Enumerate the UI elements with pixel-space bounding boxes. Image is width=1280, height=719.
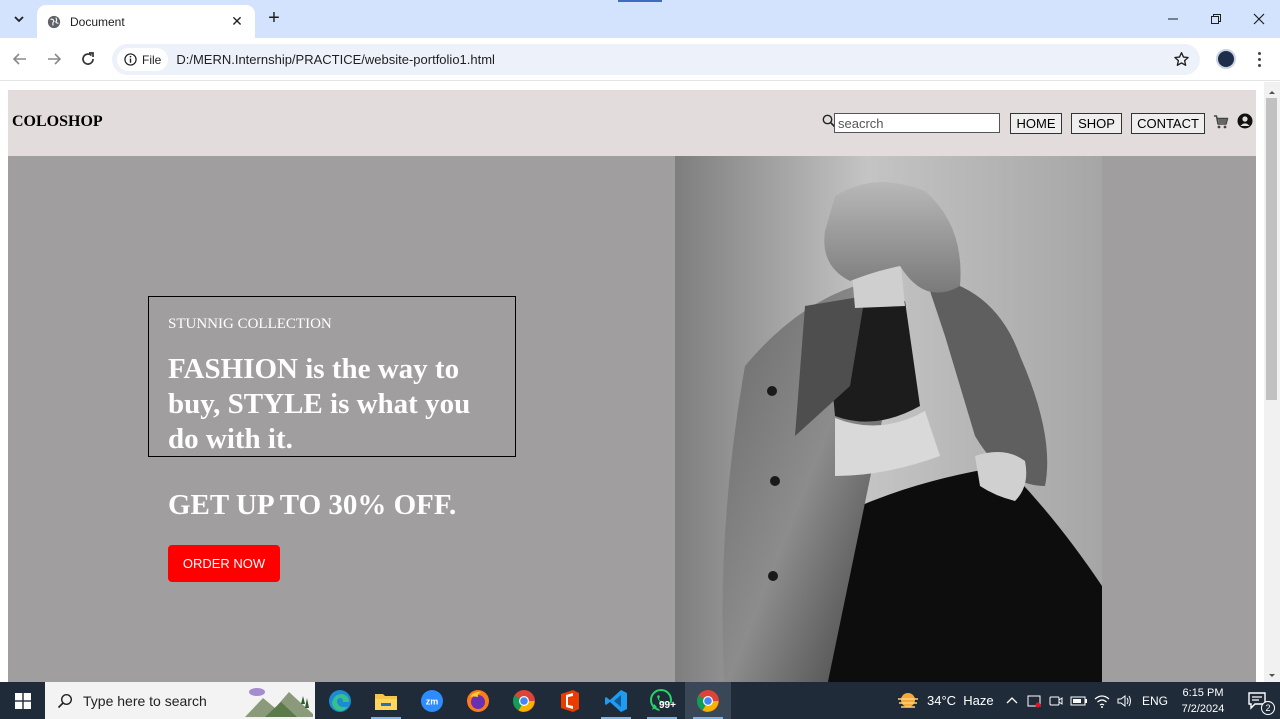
- search-icon: [57, 693, 73, 708]
- taskbar-chrome[interactable]: [501, 682, 547, 719]
- office-icon: [561, 689, 579, 712]
- reload-icon: [82, 52, 94, 65]
- system-clock[interactable]: 6:15 PM 7/2/2024: [1172, 685, 1234, 717]
- weather-text: 34°C Haze: [927, 693, 994, 708]
- globe-icon: [47, 15, 61, 28]
- restore-button[interactable]: [1194, 0, 1237, 38]
- battery-icon[interactable]: [1070, 693, 1088, 709]
- restore-icon: [1210, 14, 1221, 24]
- address-bar[interactable]: File D:/MERN.Internship/PRACTICE/website…: [112, 44, 1200, 75]
- clock-time: 6:15 PM: [1182, 687, 1224, 699]
- chevron-up-icon[interactable]: [1004, 693, 1020, 709]
- site-logo[interactable]: COLOSHOP: [12, 113, 103, 131]
- kebab-menu-icon[interactable]: [1250, 48, 1268, 70]
- notification-center-button[interactable]: 2: [1236, 682, 1280, 719]
- website-page: COLOSHOP HOME SHOP CONTACT STUNNIG COLLE…: [8, 90, 1256, 682]
- whatsapp-badge: 99+: [659, 700, 676, 711]
- browser-toolbar: File D:/MERN.Internship/PRACTICE/website…: [0, 38, 1280, 81]
- file-chip-label: File: [142, 52, 162, 67]
- volume-icon[interactable]: [1116, 693, 1134, 709]
- nav-contact-button[interactable]: CONTACT: [1131, 113, 1205, 134]
- close-window-icon: [1253, 13, 1264, 25]
- tab-title: Document: [70, 14, 125, 29]
- security-shield-icon[interactable]: [1026, 693, 1042, 709]
- taskbar-vscode[interactable]: [593, 682, 639, 719]
- browser-tab[interactable]: Document ✕: [37, 5, 255, 38]
- taskbar-firefox[interactable]: [455, 682, 501, 719]
- chrome-icon: [513, 689, 535, 712]
- nav-home-button[interactable]: HOME: [1010, 113, 1062, 134]
- edge-icon: [329, 689, 351, 712]
- system-tray-icons: ENG: [1004, 682, 1168, 719]
- close-window-button[interactable]: [1237, 0, 1280, 38]
- weather-haze-icon: [898, 692, 918, 708]
- scroll-down-arrow-icon[interactable]: [1264, 672, 1280, 680]
- forward-arrow-icon: [48, 53, 62, 65]
- taskbar-zoom[interactable]: zm: [409, 682, 455, 719]
- star-icon[interactable]: [1173, 51, 1190, 68]
- fashion-model-photo: [675, 156, 1102, 682]
- taskbar-edge[interactable]: [317, 682, 363, 719]
- minimize-icon: [1167, 18, 1178, 20]
- clock-date: 7/2/2024: [1181, 703, 1225, 715]
- taskbar-office[interactable]: [547, 682, 593, 719]
- reload-button[interactable]: [77, 48, 99, 70]
- cart-icon[interactable]: [1213, 114, 1229, 130]
- wifi-icon[interactable]: [1094, 693, 1110, 709]
- meet-now-icon[interactable]: [1048, 693, 1064, 709]
- browser-tabstrip: Document ✕ +: [0, 0, 1280, 38]
- vscode-icon: [605, 689, 627, 712]
- hero-offer: GET UP TO 30% OFF.: [168, 489, 457, 521]
- new-tab-button[interactable]: +: [263, 8, 285, 30]
- taskbar-search-box[interactable]: Type here to search: [45, 682, 315, 719]
- windows-taskbar: Type here to search zm 99+ 34°C Haze ENG…: [0, 682, 1280, 719]
- info-icon: [124, 53, 137, 66]
- minimize-button[interactable]: [1151, 0, 1194, 38]
- hero-kicker: STUNNIG COLLECTION: [168, 316, 332, 332]
- tab-search-dropdown[interactable]: [6, 7, 32, 31]
- svg-text:zm: zm: [426, 696, 439, 706]
- taskbar-file-explorer[interactable]: [363, 682, 409, 719]
- window-controls: [1151, 0, 1280, 38]
- notification-count: 2: [1261, 701, 1275, 715]
- back-button[interactable]: [9, 48, 31, 70]
- search-input[interactable]: [834, 113, 1000, 133]
- zoom-icon: zm: [421, 689, 443, 712]
- site-info-chip[interactable]: File: [117, 48, 169, 71]
- firefox-icon: [467, 689, 489, 712]
- url-text[interactable]: D:/MERN.Internship/PRACTICE/website-port…: [176, 52, 495, 67]
- profile-avatar[interactable]: [1216, 49, 1236, 69]
- nav-shop-button[interactable]: SHOP: [1071, 113, 1122, 134]
- taskbar-chrome-active[interactable]: [685, 682, 731, 719]
- taskbar-search-placeholder: Type here to search: [83, 692, 207, 709]
- chevron-down-icon: [14, 16, 24, 23]
- start-button[interactable]: [0, 682, 45, 719]
- close-tab-icon[interactable]: ✕: [229, 13, 245, 30]
- search-highlight-illustration: [245, 688, 313, 717]
- chrome-icon: [697, 689, 719, 712]
- scroll-thumb[interactable]: [1266, 98, 1277, 400]
- scroll-up-arrow-icon[interactable]: [1264, 88, 1280, 96]
- hero-section: STUNNIG COLLECTION FASHION is the way to…: [8, 156, 1256, 682]
- page-scrollbar[interactable]: [1264, 82, 1280, 682]
- user-circle-icon[interactable]: [1237, 113, 1253, 129]
- hero-headline: FASHION is the way to buy, STYLE is what…: [168, 353, 471, 455]
- site-header: COLOSHOP HOME SHOP CONTACT: [8, 90, 1256, 156]
- order-now-button[interactable]: ORDER NOW: [168, 545, 280, 582]
- forward-button[interactable]: [43, 48, 65, 70]
- tab-drag-indicator: [618, 0, 662, 2]
- weather-widget[interactable]: 34°C Haze: [896, 682, 994, 719]
- windows-logo-icon: [14, 692, 31, 709]
- back-arrow-icon: [12, 53, 26, 65]
- taskbar-whatsapp[interactable]: 99+: [639, 682, 685, 719]
- page-viewport: COLOSHOP HOME SHOP CONTACT STUNNIG COLLE…: [0, 82, 1280, 682]
- file-explorer-icon: [375, 693, 397, 710]
- language-indicator[interactable]: ENG: [1142, 694, 1168, 708]
